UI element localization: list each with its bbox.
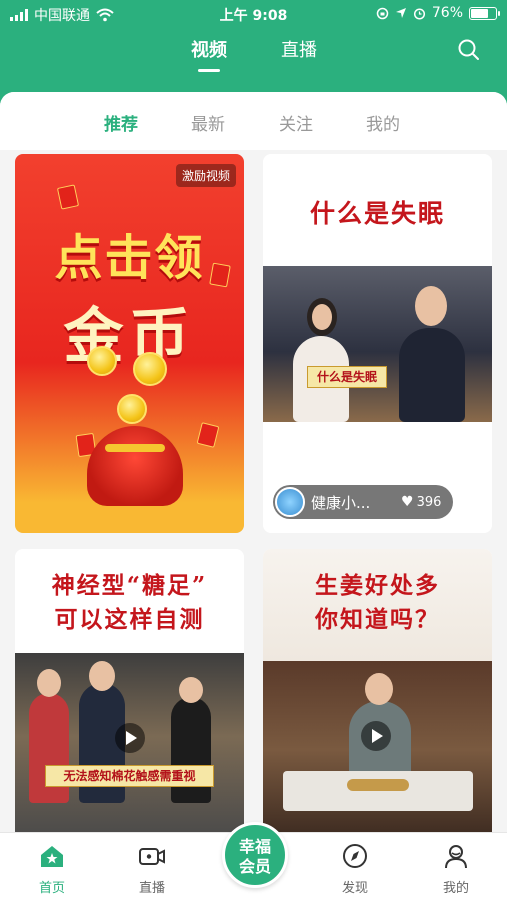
video-title-line1: 神经型“糖足”	[51, 572, 208, 599]
video-title-line2: 可以这样自测	[54, 606, 205, 633]
home-icon	[41, 846, 63, 867]
video-title: 神经型“糖足” 可以这样自测	[15, 569, 244, 637]
host-male-face	[415, 286, 447, 326]
ad-headline: 点击领	[54, 230, 205, 286]
alarm-icon	[413, 7, 425, 20]
video-title-line1: 生姜好处多	[315, 572, 440, 599]
video-card[interactable]: 神经型“糖足” 可以这样自测 无法感知棉花触感需重视	[15, 549, 244, 832]
tab-video[interactable]: 视频	[191, 36, 227, 72]
compass-icon	[343, 844, 367, 868]
like-count: 396	[416, 494, 442, 510]
ad-headline-coins: 金币	[63, 302, 196, 372]
dish	[347, 779, 409, 791]
subtab-following[interactable]: 关注	[279, 110, 313, 135]
host-face	[365, 673, 393, 705]
video-thumbnail: 无法感知棉花触感需重视	[15, 653, 244, 832]
battery-icon	[469, 6, 500, 20]
top-nav: 视频 直播	[0, 28, 507, 88]
ad-card[interactable]: 激励视频 点击领 金币	[15, 154, 244, 533]
battery-percent: 76%	[431, 5, 463, 21]
video-meta: 健康小... ♥ 396	[273, 485, 453, 519]
nav-live[interactable]: 直播	[122, 843, 182, 896]
subtab-recommend[interactable]: 推荐	[104, 110, 138, 135]
status-bar: 中国联通 上午 9:08 76%	[0, 0, 507, 28]
vip-button[interactable]: 幸福 会员	[222, 822, 288, 888]
video-thumbnail: 什么是失眠	[263, 266, 492, 422]
guest-female	[171, 697, 211, 803]
nav-home-label: 首页	[38, 881, 65, 896]
video-camera-icon	[139, 848, 165, 865]
ad-badge: 激励视频	[175, 164, 236, 187]
profile-icon	[445, 845, 467, 869]
host-male	[399, 328, 465, 422]
nav-home[interactable]: 首页	[22, 843, 82, 896]
sub-tabs: 推荐 最新 关注 我的	[0, 92, 507, 150]
heart-icon[interactable]: ♥	[401, 494, 414, 510]
video-caption: 什么是失眠	[307, 366, 387, 388]
coin-icon	[133, 352, 167, 386]
nav-profile[interactable]: 我的	[426, 843, 486, 896]
host-face	[89, 661, 115, 691]
video-thumbnail	[263, 661, 492, 832]
host-face	[37, 669, 61, 697]
table	[283, 771, 473, 811]
subtab-latest[interactable]: 最新	[191, 110, 225, 135]
search-icon[interactable]	[457, 38, 481, 62]
author-name[interactable]: 健康小...	[311, 492, 391, 513]
coin-icon	[117, 394, 147, 424]
nav-discover-label: 发现	[341, 881, 368, 896]
nav-profile-label: 我的	[442, 881, 469, 896]
play-icon[interactable]	[115, 723, 145, 753]
play-icon[interactable]	[361, 721, 391, 751]
vip-label-line1: 幸福	[238, 837, 271, 856]
red-envelope-icon	[56, 184, 80, 210]
money-bag-tie	[105, 444, 165, 452]
video-title-line2: 你知道吗？	[315, 606, 440, 633]
author-avatar[interactable]	[275, 487, 305, 517]
subtab-mine[interactable]: 我的	[366, 110, 400, 135]
nav-live-label: 直播	[138, 881, 165, 896]
vip-label-line2: 会员	[238, 857, 271, 876]
content-panel: 推荐 最新 关注 我的 激励视频 点击领 金币 什么是失眠 什么是失眠 健康小.…	[0, 92, 507, 832]
location-icon	[395, 8, 406, 18]
tab-live[interactable]: 直播	[281, 36, 317, 62]
host-face	[179, 677, 203, 703]
host-female-face	[312, 304, 332, 330]
video-title: 什么是失眠	[309, 199, 445, 228]
money-bag-icon	[87, 426, 183, 506]
coin-icon	[87, 346, 117, 376]
red-envelope-icon	[196, 422, 220, 448]
video-card[interactable]: 什么是失眠 什么是失眠 健康小... ♥ 396	[263, 154, 492, 533]
video-title: 生姜好处多 你知道吗？	[263, 569, 492, 637]
rotation-lock-icon	[376, 7, 389, 19]
video-caption: 无法感知棉花触感需重视	[45, 765, 214, 787]
video-card[interactable]: 生姜好处多 你知道吗？	[263, 549, 492, 832]
nav-discover[interactable]: 发现	[325, 843, 385, 896]
